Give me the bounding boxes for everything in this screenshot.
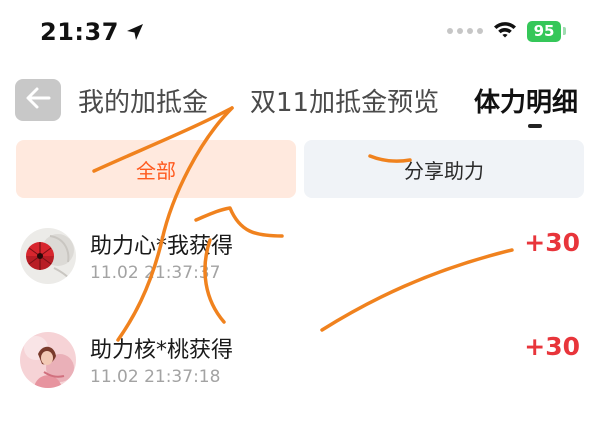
record-time: 11.02 21:37:18 [90,367,221,387]
filter-share-assist-button[interactable]: 分享助力 [304,140,584,198]
arrow-left-icon [24,86,52,114]
battery-cap [563,27,566,35]
record-amount: +30 [524,332,580,361]
avatar [20,332,76,388]
status-right-group: 95 [447,20,566,42]
status-bar: 21:37 95 [0,0,600,64]
location-arrow-icon [125,22,145,42]
list-item[interactable]: 助力心*我获得 11.02 21:37:37 +30 [0,218,600,298]
avatar [20,228,76,284]
battery-icon: 95 [527,20,566,42]
record-time: 11.02 21:37:37 [90,263,221,283]
active-tab-indicator [528,124,542,128]
battery-level: 95 [527,20,561,42]
tab-my-deduction[interactable]: 我的加抵金 [78,82,208,119]
record-title: 助力核*桃获得 [90,338,234,363]
cellular-signal-icon [447,28,483,34]
status-time: 21:37 [40,18,119,46]
list-item[interactable]: 助力核*桃获得 11.02 21:37:18 +30 [0,322,600,402]
wifi-icon [493,20,517,42]
tab-double11-preview[interactable]: 双11加抵金预览 [250,82,439,119]
screen: 21:37 95 我的加抵金 双11加抵金预览 体力明细 全部 分享助力 助力心… [0,0,600,423]
status-time-group: 21:37 [40,18,145,46]
back-button[interactable] [15,79,61,121]
record-title: 助力心*我获得 [90,234,234,259]
filter-all-button[interactable]: 全部 [16,140,296,198]
header: 我的加抵金 双11加抵金预览 体力明细 [0,70,600,134]
filter-segment: 全部 分享助力 [16,140,584,198]
record-amount: +30 [524,228,580,257]
tab-stamina-detail[interactable]: 体力明细 [474,82,578,119]
